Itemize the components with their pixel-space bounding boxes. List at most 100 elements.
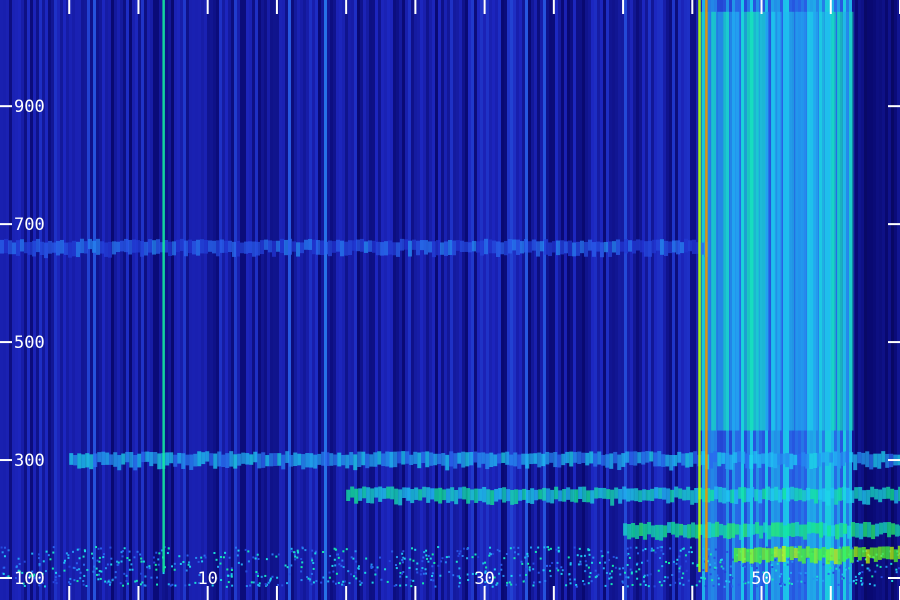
noise-speck <box>130 563 133 566</box>
noise-speck <box>512 546 515 549</box>
noise-speck <box>296 549 299 552</box>
noise-speck <box>600 550 603 553</box>
band-segment <box>289 454 294 467</box>
band-segment <box>817 453 822 467</box>
heat-column <box>867 0 870 600</box>
noise-speck <box>642 549 645 552</box>
noise-speck <box>709 566 712 569</box>
band-segment <box>782 488 787 500</box>
noise-speck <box>388 560 391 563</box>
heat-column <box>243 0 246 600</box>
heat-column <box>270 0 273 600</box>
band-segment <box>677 451 682 463</box>
noise-speck <box>348 582 351 585</box>
band-segment <box>821 452 826 463</box>
noise-speck <box>798 585 801 588</box>
x-tick-label: 50 <box>751 569 771 589</box>
noise-speck <box>256 572 259 575</box>
noise-speck <box>402 556 405 559</box>
band-segment <box>713 451 718 463</box>
band-segment <box>28 241 32 255</box>
band-segment <box>783 525 788 538</box>
noise-speck <box>627 576 630 579</box>
noise-speck <box>186 554 189 557</box>
band-segment <box>413 451 418 464</box>
band-segment <box>883 522 888 533</box>
band-segment <box>321 451 326 466</box>
band-segment <box>631 522 636 538</box>
noise-speck <box>646 574 649 577</box>
band-segment <box>597 451 602 465</box>
noise-speck <box>679 549 682 552</box>
noise-speck <box>370 565 373 568</box>
noise-speck <box>58 574 61 577</box>
noise-speck <box>557 569 560 572</box>
band-segment <box>863 521 868 537</box>
band-segment <box>533 453 538 464</box>
heat-column <box>15 0 18 600</box>
heat-column <box>297 0 300 600</box>
band-segment <box>152 240 156 255</box>
band-segment <box>420 240 424 251</box>
band-segment <box>620 241 624 252</box>
band-segment <box>350 486 355 498</box>
band-segment <box>165 452 170 466</box>
band-segment <box>404 239 408 250</box>
band-segment <box>655 524 660 540</box>
heat-column <box>516 0 519 600</box>
noise-speck <box>723 585 726 588</box>
heat-column <box>483 0 486 600</box>
noise-speck <box>448 570 451 573</box>
band-segment <box>842 486 847 501</box>
band-segment <box>614 487 619 499</box>
noise-speck <box>514 583 517 586</box>
band-segment <box>249 454 254 465</box>
band-segment <box>552 241 556 253</box>
noise-speck <box>252 581 255 584</box>
heat-column <box>141 0 144 600</box>
band-segment <box>97 452 102 463</box>
noise-speck <box>643 580 646 583</box>
band-segment <box>691 522 696 538</box>
noise-speck <box>98 570 101 573</box>
heat-column <box>225 0 228 600</box>
noise-speck <box>182 560 185 563</box>
heat-column <box>480 0 483 600</box>
band-segment <box>889 546 894 560</box>
noise-speck <box>664 576 667 579</box>
band-segment <box>747 523 752 537</box>
band-segment <box>529 453 534 465</box>
band-segment <box>480 240 484 256</box>
band-segment <box>566 487 571 500</box>
noise-speck <box>127 582 130 585</box>
band-segment <box>402 487 407 498</box>
band-segment <box>879 522 884 535</box>
heat-column <box>309 0 312 600</box>
noise-speck <box>861 571 864 574</box>
band-segment <box>540 241 544 252</box>
band-segment <box>412 239 416 250</box>
band-segment <box>685 453 690 468</box>
band-segment <box>501 452 506 463</box>
noise-speck <box>231 584 234 587</box>
band-segment <box>596 241 600 252</box>
band-segment <box>683 524 688 538</box>
noise-speck <box>491 552 494 555</box>
noise-speck <box>414 548 417 551</box>
band-segment <box>809 548 814 563</box>
noise-speck <box>729 565 732 568</box>
band-segment <box>761 547 766 560</box>
band-segment <box>847 525 852 539</box>
noise-speck <box>271 553 274 556</box>
heat-column <box>60 0 63 600</box>
noise-speck <box>790 571 793 574</box>
heat-column <box>153 0 156 600</box>
noise-speck <box>891 579 894 582</box>
noise-speck <box>354 571 357 574</box>
band-segment <box>761 453 766 464</box>
band-segment <box>497 453 502 464</box>
heat-column <box>375 0 378 600</box>
band-segment <box>576 241 580 256</box>
band-segment <box>362 486 367 499</box>
noise-speck <box>114 571 117 574</box>
